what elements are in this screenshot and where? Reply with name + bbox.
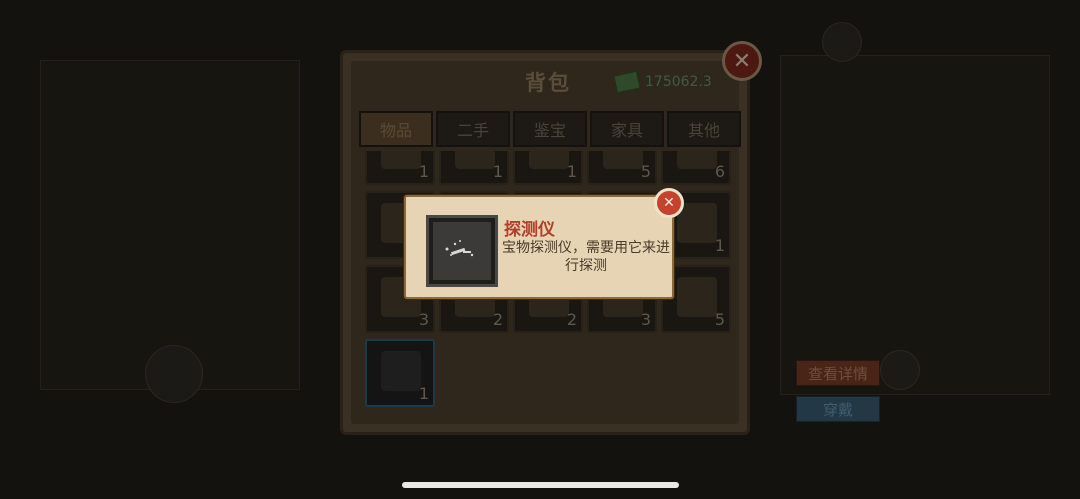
tab-furniture[interactable]: 家具: [590, 111, 664, 147]
item-slot[interactable]: 6: [661, 151, 731, 185]
background-circle: [822, 22, 862, 62]
close-icon: ✕: [732, 48, 752, 74]
tooltip-item-background: [433, 222, 491, 280]
detector-icon: [445, 240, 474, 257]
item-count: 3: [418, 310, 429, 329]
item-count: 5: [640, 162, 651, 181]
tab-appraisal[interactable]: 鉴宝: [513, 111, 587, 147]
item-count: 2: [566, 310, 577, 329]
bag-close-button[interactable]: ✕: [722, 41, 762, 81]
right-background-panel: [780, 55, 1050, 395]
item-count: 3: [640, 310, 651, 329]
item-icon: [677, 151, 717, 169]
money-value: 175062.3: [645, 74, 712, 90]
item-slot[interactable]: 1: [365, 151, 435, 185]
item-count: 6: [714, 162, 725, 181]
item-count: 1: [418, 384, 429, 403]
item-count: 1: [714, 236, 725, 255]
detector-icon: [381, 351, 421, 391]
item-count: 1: [492, 162, 503, 181]
item-slot[interactable]: 1: [513, 151, 583, 185]
tooltip-close-button[interactable]: ✕: [654, 188, 684, 218]
item-icon: [529, 151, 569, 169]
item-slot-selected[interactable]: 1: [365, 339, 435, 407]
close-icon: ✕: [663, 195, 675, 211]
item-count: 5: [714, 310, 725, 329]
tooltip-item-name: 探测仪: [504, 220, 555, 240]
item-icon: [455, 151, 495, 169]
tooltip-item-frame: [426, 215, 498, 287]
money-display: 175062.3: [613, 70, 712, 94]
item-count: 1: [418, 162, 429, 181]
bag-tabs: 物品 二手 鉴宝 家具 其他: [359, 111, 741, 147]
item-slot[interactable]: 5: [587, 151, 657, 185]
tab-secondhand[interactable]: 二手: [436, 111, 510, 147]
tab-items[interactable]: 物品: [359, 111, 433, 147]
item-icon: [677, 277, 717, 317]
tooltip-item-description: 宝物探测仪，需要用它来进行探测: [502, 240, 670, 274]
item-count: 2: [492, 310, 503, 329]
view-details-button[interactable]: 查看详情: [796, 360, 880, 386]
item-icon: [381, 151, 421, 169]
item-slot[interactable]: 1: [439, 151, 509, 185]
tab-other[interactable]: 其他: [667, 111, 741, 147]
cash-icon: [613, 70, 641, 94]
item-icon: [677, 203, 717, 243]
left-background-panel: [40, 60, 300, 390]
wear-button[interactable]: 穿戴: [796, 396, 880, 422]
item-count: 1: [566, 162, 577, 181]
item-tooltip: 探测仪 宝物探测仪，需要用它来进行探测: [404, 195, 674, 299]
background-circle: [880, 350, 920, 390]
item-icon: [603, 151, 643, 169]
home-indicator[interactable]: [402, 482, 679, 488]
background-circle: [145, 345, 203, 403]
